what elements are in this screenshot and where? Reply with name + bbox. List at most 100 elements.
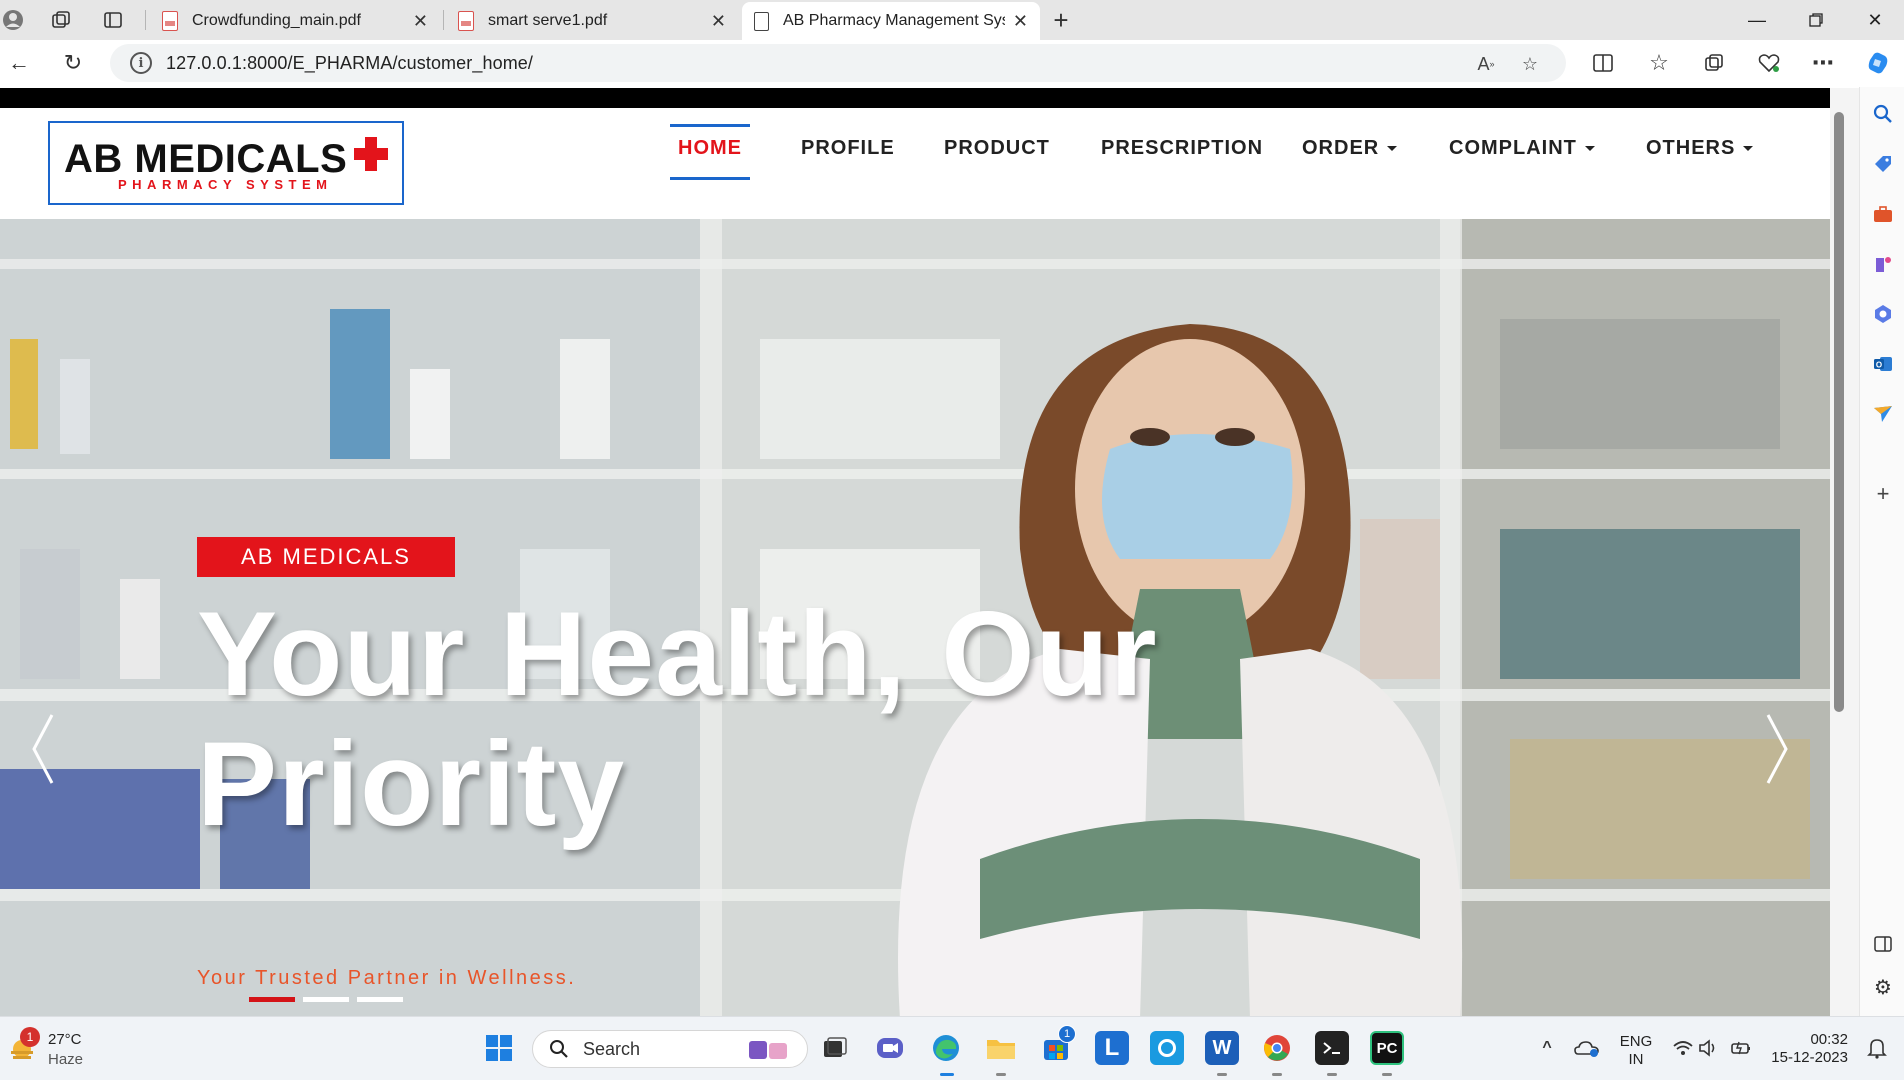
close-icon[interactable]: ✕ bbox=[1013, 11, 1028, 32]
svg-text:O: O bbox=[1876, 361, 1882, 370]
carousel-indicator-1[interactable] bbox=[249, 997, 295, 1002]
hero-tag: AB MEDICALS bbox=[197, 537, 455, 577]
copilot-icon[interactable] bbox=[1863, 48, 1893, 78]
onedrive-icon[interactable] bbox=[1570, 1031, 1604, 1065]
back-icon[interactable]: ← bbox=[4, 48, 34, 78]
task-view-icon[interactable] bbox=[818, 1031, 852, 1065]
cortana-icon[interactable] bbox=[1150, 1031, 1184, 1065]
nav-home[interactable]: HOME bbox=[670, 118, 750, 180]
carousel-indicator-3[interactable] bbox=[357, 997, 403, 1002]
windows-taskbar: 1 27°C Haze Search 1 L W PC ^ ENG IN 00:… bbox=[0, 1016, 1904, 1080]
windows-start-icon[interactable] bbox=[482, 1031, 516, 1065]
taskbar-search-label: Search bbox=[583, 1038, 641, 1059]
teams-meet-icon[interactable] bbox=[873, 1031, 907, 1065]
notifications-bell-icon[interactable] bbox=[1860, 1031, 1894, 1065]
site-info-icon[interactable]: i bbox=[130, 52, 152, 74]
carousel-prev-icon[interactable] bbox=[22, 709, 62, 789]
weather-badge: 1 bbox=[20, 1027, 40, 1047]
url-text[interactable]: 127.0.0.1:8000/E_PHARMA/customer_home/ bbox=[166, 53, 533, 74]
split-screen-icon[interactable] bbox=[1588, 48, 1618, 78]
minimize-button[interactable]: — bbox=[1728, 0, 1786, 40]
edge-browser-icon[interactable] bbox=[929, 1031, 963, 1065]
favorites-icon[interactable]: ☆ bbox=[1644, 48, 1674, 78]
carousel-indicator-2[interactable] bbox=[303, 997, 349, 1002]
games-icon[interactable] bbox=[1871, 252, 1895, 276]
workspaces-icon[interactable] bbox=[48, 7, 74, 33]
taskbar-search-box[interactable]: Search bbox=[532, 1030, 808, 1068]
battery-icon[interactable] bbox=[1724, 1031, 1758, 1065]
add-sidebar-app-icon[interactable]: + bbox=[1871, 481, 1895, 506]
tab-title: AB Pharmacy Management Syste bbox=[783, 12, 1005, 29]
caret-down-icon bbox=[1387, 145, 1398, 151]
language-line1: ENG bbox=[1619, 1033, 1653, 1050]
weather-description: Haze bbox=[48, 1051, 84, 1068]
page-scrollbar-thumb[interactable] bbox=[1834, 112, 1844, 712]
address-bar[interactable]: i 127.0.0.1:8000/E_PHARMA/customer_home/… bbox=[110, 44, 1566, 82]
document-icon bbox=[754, 11, 769, 31]
running-indicator bbox=[1217, 1073, 1227, 1076]
pycharm-icon[interactable]: PC bbox=[1370, 1031, 1404, 1065]
carousel-next-icon[interactable] bbox=[1758, 709, 1798, 789]
logo-subtitle: PHARMACY SYSTEM bbox=[118, 177, 333, 192]
tab-title: Crowdfunding_main.pdf bbox=[192, 12, 361, 29]
carousel-indicators bbox=[249, 997, 403, 1002]
clock[interactable]: 00:32 15-12-2023 bbox=[1762, 1031, 1848, 1067]
new-tab-button[interactable]: + bbox=[1048, 5, 1074, 35]
logo-text: AB MEDICALS bbox=[64, 137, 348, 181]
read-aloud-icon[interactable]: A» bbox=[1472, 50, 1500, 78]
tools-icon[interactable] bbox=[1871, 202, 1895, 226]
nav-prescription[interactable]: PRESCRIPTION bbox=[1101, 118, 1263, 178]
more-menu-icon[interactable]: ⋯ bbox=[1808, 48, 1838, 78]
nav-product[interactable]: PRODUCT bbox=[944, 118, 1050, 178]
restore-button[interactable] bbox=[1787, 0, 1845, 40]
close-window-button[interactable]: ✕ bbox=[1846, 0, 1904, 40]
nav-order-label: ORDER bbox=[1302, 136, 1380, 159]
terminal-icon[interactable] bbox=[1315, 1031, 1349, 1065]
tab-actions-icon[interactable] bbox=[100, 7, 126, 33]
pdf-icon bbox=[458, 11, 474, 31]
shopping-tag-icon[interactable] bbox=[1871, 152, 1895, 176]
sidebar-panel-icon[interactable] bbox=[1871, 932, 1895, 956]
hero-subtitle: Your Trusted Partner in Wellness. bbox=[197, 967, 577, 989]
reload-icon[interactable]: ↻ bbox=[58, 48, 88, 78]
microsoft-365-icon[interactable] bbox=[1871, 302, 1895, 326]
browser-sidebar: O + ⚙ bbox=[1859, 87, 1904, 1017]
browser-essentials-icon[interactable] bbox=[1754, 48, 1784, 78]
show-hidden-icons-chevron-icon[interactable]: ^ bbox=[1530, 1031, 1564, 1065]
drop-send-icon[interactable] bbox=[1871, 402, 1895, 426]
volume-icon[interactable] bbox=[1692, 1031, 1726, 1065]
outlook-icon[interactable]: O bbox=[1871, 352, 1895, 376]
store-badge: 1 bbox=[1058, 1025, 1076, 1043]
browser-toolbar: ← ↻ i 127.0.0.1:8000/E_PHARMA/customer_h… bbox=[0, 40, 1904, 87]
file-explorer-icon[interactable] bbox=[984, 1031, 1018, 1065]
tab-ab-pharmacy[interactable]: AB Pharmacy Management Syste ✕ bbox=[742, 2, 1040, 40]
hero-carousel: AB MEDICALS Your Health, Our Priority Yo… bbox=[0, 219, 1830, 1016]
pdf-icon bbox=[162, 11, 178, 31]
language-indicator[interactable]: ENG IN bbox=[1616, 1033, 1656, 1069]
tab-title: smart serve1.pdf bbox=[488, 12, 608, 29]
tab-crowdfunding-pdf[interactable]: Crowdfunding_main.pdf ✕ bbox=[150, 2, 440, 40]
running-indicator bbox=[1327, 1073, 1337, 1076]
nav-complaint-dropdown[interactable]: COMPLAINT bbox=[1449, 118, 1595, 178]
tab-smart-serve-pdf[interactable]: smart serve1.pdf ✕ bbox=[446, 2, 738, 40]
weather-temperature[interactable]: 27°C bbox=[48, 1031, 82, 1049]
site-logo[interactable]: AB MEDICALS PHARMACY SYSTEM bbox=[48, 121, 404, 205]
word-icon[interactable]: W bbox=[1205, 1031, 1239, 1065]
profile-icon[interactable] bbox=[0, 7, 26, 33]
running-indicator bbox=[1272, 1073, 1282, 1076]
favorite-star-icon[interactable]: ☆ bbox=[1516, 50, 1544, 78]
screen: Crowdfunding_main.pdf ✕ smart serve1.pdf… bbox=[0, 0, 1904, 1080]
nav-profile[interactable]: PROFILE bbox=[801, 118, 895, 178]
close-icon[interactable]: ✕ bbox=[711, 11, 726, 32]
caret-down-icon bbox=[1743, 145, 1754, 151]
clock-date: 15-12-2023 bbox=[1771, 1049, 1848, 1066]
collections-icon[interactable] bbox=[1699, 48, 1729, 78]
nav-order-dropdown[interactable]: ORDER bbox=[1302, 118, 1398, 178]
search-icon[interactable] bbox=[1871, 102, 1895, 126]
learning-app-icon[interactable]: L bbox=[1095, 1031, 1129, 1065]
close-icon[interactable]: ✕ bbox=[413, 11, 428, 32]
settings-gear-icon[interactable]: ⚙ bbox=[1871, 975, 1895, 999]
chrome-icon[interactable] bbox=[1260, 1031, 1294, 1065]
nav-others-dropdown[interactable]: OTHERS bbox=[1646, 118, 1754, 178]
search-highlight-icon bbox=[749, 1041, 787, 1059]
